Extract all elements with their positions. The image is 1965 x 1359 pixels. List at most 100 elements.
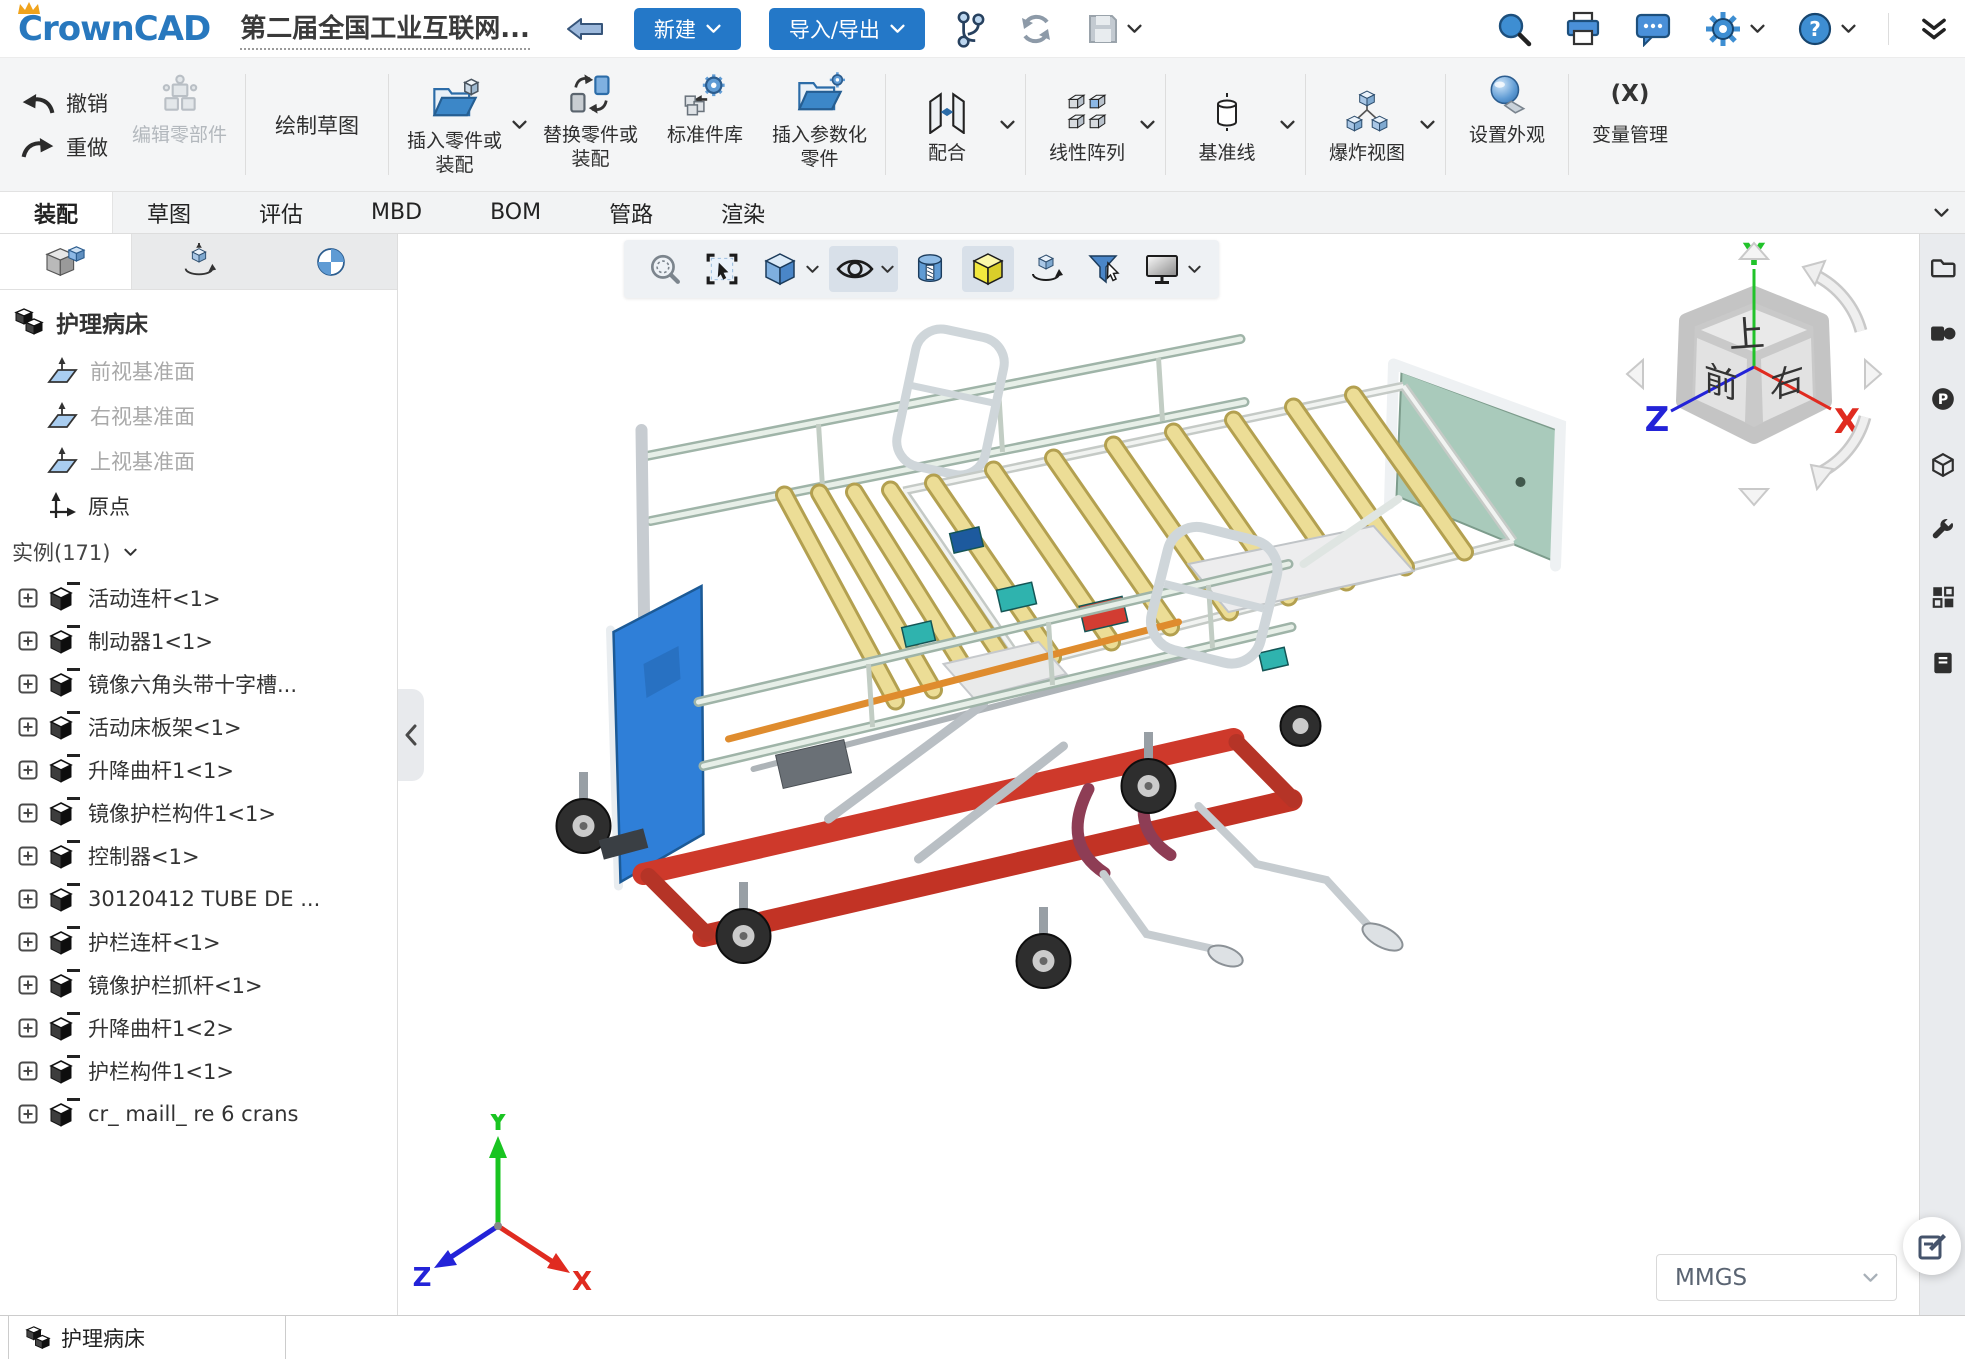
tree-item[interactable]: 护栏连杆<1>	[0, 920, 397, 963]
print-icon[interactable]	[1564, 11, 1602, 47]
double-chevron-down-icon[interactable]	[1921, 17, 1947, 41]
tree-item[interactable]: 活动床板架<1>	[0, 705, 397, 748]
standard-library-button[interactable]: 标准件库	[650, 58, 760, 191]
tree-item[interactable]: 镜像六角头带十字槽...	[0, 662, 397, 705]
notebook-icon[interactable]	[1930, 650, 1956, 676]
insert-parametric-button[interactable]: 插入参数化 零件	[760, 58, 879, 191]
tree-node-front-plane[interactable]: 前视基准面	[0, 348, 397, 393]
units-selector[interactable]: MMGS	[1656, 1254, 1897, 1301]
document-tab[interactable]: 护理病床	[8, 1316, 286, 1359]
branch-button[interactable]	[955, 10, 987, 48]
expand-plus-icon[interactable]	[18, 1018, 38, 1038]
view-cube[interactable]: 上 前 右 Y Z X	[1619, 239, 1889, 509]
expand-plus-icon[interactable]	[18, 717, 38, 737]
tree-item[interactable]: 升降曲杆1<2>	[0, 1006, 397, 1049]
datum-axis-button[interactable]: 基准线	[1172, 76, 1282, 174]
document-title[interactable]: 第二届全国工业互联网...	[240, 8, 530, 50]
tree-item[interactable]: 30120412 TUBE DE ...	[0, 877, 397, 920]
tab-assembly[interactable]: 装配	[0, 192, 113, 233]
chevron-down-icon[interactable]	[1280, 120, 1295, 130]
selection-filter-button[interactable]	[1078, 246, 1130, 292]
redo-button[interactable]: 重做	[20, 132, 108, 162]
expand-plus-icon[interactable]	[18, 588, 38, 608]
replace-part-button[interactable]: 替换零件或 装配	[531, 58, 650, 191]
panel-collapse-button[interactable]	[398, 689, 424, 781]
expand-plus-icon[interactable]	[18, 889, 38, 909]
annotation-button[interactable]	[1903, 1217, 1961, 1275]
tab-render[interactable]: 渲染	[687, 192, 799, 233]
view-orientation-button[interactable]	[754, 246, 806, 292]
expand-plus-icon[interactable]	[18, 1061, 38, 1081]
chevron-down-icon[interactable]	[806, 265, 819, 274]
viewport-3d[interactable]: 上 前 右 Y Z X Y X Z	[398, 234, 1919, 1315]
insert-part-button[interactable]: 插入零件或 装配	[395, 64, 514, 186]
expand-plus-icon[interactable]	[18, 846, 38, 866]
section-view-button[interactable]	[904, 246, 956, 292]
tree-instances-header[interactable]: 实例(171)	[0, 528, 397, 576]
linear-pattern-button[interactable]: 线性阵列	[1032, 76, 1142, 174]
tabbar-chevron-down-icon[interactable]	[1934, 208, 1949, 218]
display-settings-button[interactable]	[1136, 246, 1188, 292]
tree-item[interactable]: cr_ maill_ re 6 crans	[0, 1092, 397, 1135]
tree-node-origin[interactable]: 原点	[0, 483, 397, 528]
chevron-down-icon[interactable]	[1127, 24, 1142, 34]
comment-icon[interactable]	[1634, 11, 1672, 47]
expand-plus-icon[interactable]	[18, 932, 38, 952]
exploded-view-button[interactable]: 爆炸视图	[1312, 76, 1422, 174]
tree-item[interactable]: 控制器<1>	[0, 834, 397, 877]
chevron-down-icon[interactable]	[1140, 120, 1155, 130]
set-appearance-button[interactable]: 设置外观	[1452, 58, 1562, 191]
tab-sketch[interactable]: 草图	[113, 192, 225, 233]
back-arrow-icon[interactable]	[564, 15, 606, 43]
tree-item[interactable]: 护栏构件1<1>	[0, 1049, 397, 1092]
box-select-button[interactable]	[696, 246, 748, 292]
expand-plus-icon[interactable]	[18, 1104, 38, 1124]
tree-node-top-plane[interactable]: 上视基准面	[0, 438, 397, 483]
tree-item[interactable]: 升降曲杆1<1>	[0, 748, 397, 791]
expand-plus-icon[interactable]	[18, 975, 38, 995]
new-button[interactable]: 新建	[634, 8, 741, 50]
tree-item[interactable]: 镜像护栏抓杆<1>	[0, 963, 397, 1006]
chevron-down-icon[interactable]	[1188, 265, 1201, 274]
tree-node-right-plane[interactable]: 右视基准面	[0, 393, 397, 438]
expand-plus-icon[interactable]	[18, 674, 38, 694]
chevron-down-icon[interactable]	[1420, 120, 1435, 130]
tab-mbd[interactable]: MBD	[337, 192, 456, 233]
save-button[interactable]	[1085, 11, 1142, 47]
panel-tab-section[interactable]	[265, 234, 397, 289]
panel-tab-motion[interactable]	[132, 234, 264, 289]
zoom-fit-button[interactable]	[638, 246, 690, 292]
appearance-display-button[interactable]	[962, 246, 1014, 292]
rotate-view-button[interactable]	[1020, 246, 1072, 292]
expand-plus-icon[interactable]	[18, 760, 38, 780]
view-cube-top-label[interactable]: 上	[1727, 313, 1766, 356]
undo-button[interactable]: 撤销	[20, 88, 108, 118]
visibility-button[interactable]	[829, 246, 881, 292]
mate-button[interactable]: 配合	[892, 76, 1002, 174]
tree-item[interactable]: 制动器1<1>	[0, 619, 397, 662]
parameter-p-icon[interactable]: P	[1930, 386, 1956, 412]
rotate-left-arrow[interactable]	[1627, 360, 1643, 388]
variable-manage-button[interactable]: (X) 变量管理	[1575, 58, 1685, 191]
help-button[interactable]: ?	[1797, 11, 1856, 47]
edit-component-button[interactable]: 编辑零部件	[120, 58, 239, 191]
tree-item[interactable]: 活动连杆<1>	[0, 576, 397, 619]
expand-plus-icon[interactable]	[18, 803, 38, 823]
panel-tab-tree[interactable]	[0, 234, 132, 289]
import-export-button[interactable]: 导入/导出	[769, 8, 925, 50]
tree-item[interactable]: 镜像护栏构件1<1>	[0, 791, 397, 834]
tab-piping[interactable]: 管路	[575, 192, 687, 233]
media-icon[interactable]	[1930, 320, 1956, 346]
chevron-down-icon[interactable]	[881, 265, 894, 274]
wrench-icon[interactable]	[1930, 518, 1956, 544]
model-box-icon[interactable]	[1930, 452, 1956, 478]
refresh-button[interactable]	[1017, 10, 1055, 48]
chevron-down-icon[interactable]	[512, 120, 527, 130]
tab-bom[interactable]: BOM	[456, 192, 575, 233]
expand-plus-icon[interactable]	[18, 631, 38, 651]
draw-sketch-button[interactable]: 绘制草图	[252, 58, 382, 191]
tab-evaluate[interactable]: 评估	[225, 192, 337, 233]
search-icon[interactable]	[1496, 11, 1532, 47]
app-logo[interactable]: CrownCAD	[18, 12, 210, 46]
settings-button[interactable]	[1704, 10, 1765, 48]
